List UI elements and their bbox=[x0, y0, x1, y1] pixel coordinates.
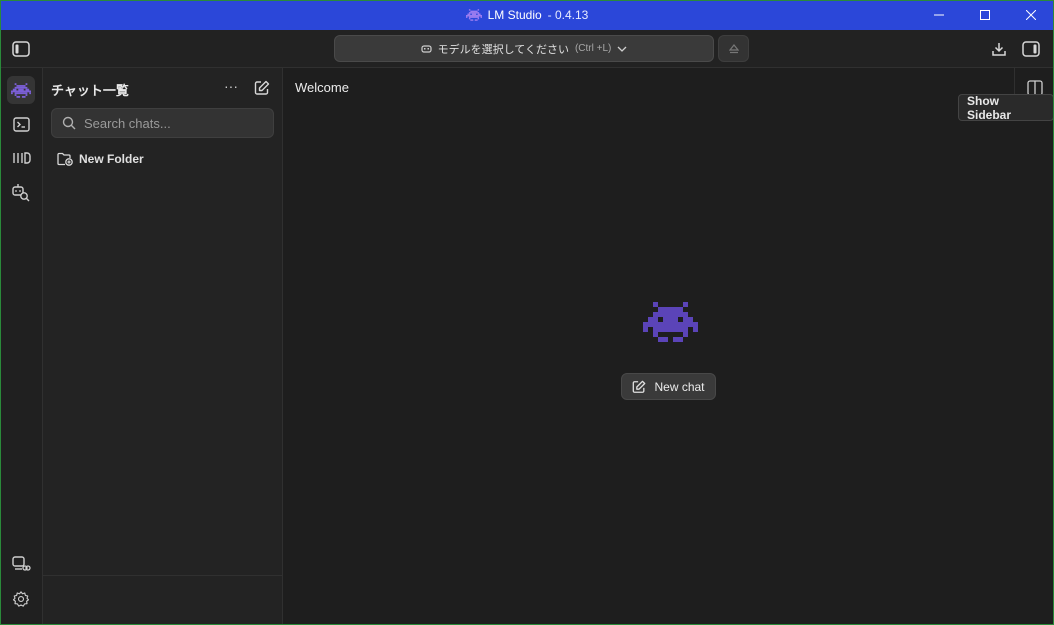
search-chats[interactable] bbox=[51, 108, 274, 138]
rail-discover-button[interactable] bbox=[7, 178, 35, 206]
eject-icon bbox=[728, 43, 739, 53]
chats-title: チャット一覧 bbox=[51, 83, 129, 98]
model-select[interactable]: モデルを選択してください (Ctrl +L) bbox=[334, 35, 714, 62]
maximize-button[interactable] bbox=[962, 0, 1008, 30]
rail-developer-button[interactable] bbox=[7, 110, 35, 138]
download-button[interactable] bbox=[988, 38, 1010, 60]
sidebar-divider bbox=[43, 575, 283, 576]
search-icon bbox=[62, 116, 76, 130]
app-name: LM Studio bbox=[487, 8, 542, 22]
sidebar-right-icon bbox=[1022, 41, 1040, 57]
discover-icon bbox=[12, 184, 30, 202]
toggle-right-sidebar-button[interactable] bbox=[1020, 38, 1042, 60]
settings-icon bbox=[12, 591, 30, 607]
sidebar-left-icon bbox=[12, 41, 30, 57]
mascot-icon bbox=[643, 302, 698, 342]
minimize-button[interactable] bbox=[916, 0, 962, 30]
window-title: LM Studio - 0.4.13 bbox=[465, 8, 589, 22]
maximize-icon bbox=[980, 10, 990, 20]
edit-icon bbox=[633, 380, 646, 393]
model-select-label: モデルを選択してください bbox=[437, 43, 569, 56]
nav-rail bbox=[0, 68, 43, 625]
folder-plus-icon bbox=[57, 152, 73, 166]
new-chat-label: New chat bbox=[654, 379, 705, 394]
model-icon bbox=[421, 45, 432, 53]
close-button[interactable] bbox=[1008, 0, 1054, 30]
chats-more-button[interactable]: ··· bbox=[221, 79, 241, 97]
chevron-down-icon bbox=[617, 46, 627, 52]
page-title: Welcome bbox=[295, 80, 349, 95]
eject-model-button[interactable] bbox=[718, 35, 749, 62]
app-version: - 0.4.13 bbox=[547, 8, 589, 22]
server-icon bbox=[12, 556, 31, 571]
chat-icon bbox=[11, 82, 31, 98]
rail-chat-button[interactable] bbox=[7, 76, 35, 104]
download-icon bbox=[992, 43, 1006, 56]
main-panel: Welcome New chat bbox=[283, 68, 1054, 625]
title-bar: LM Studio - 0.4.13 bbox=[0, 0, 1054, 30]
top-toolbar: モデルを選択してください (Ctrl +L) bbox=[0, 30, 1054, 68]
folder-item[interactable]: New Folder bbox=[57, 152, 144, 166]
rail-server-button[interactable] bbox=[7, 550, 35, 578]
app-logo-icon bbox=[465, 9, 482, 21]
edit-icon bbox=[254, 80, 270, 95]
rail-models-button[interactable] bbox=[7, 144, 35, 172]
new-chat-sidebar-button[interactable] bbox=[252, 78, 272, 98]
folder-label: New Folder bbox=[79, 152, 144, 166]
show-sidebar-tooltip: Show Sidebar bbox=[958, 94, 1054, 122]
models-icon bbox=[12, 152, 31, 164]
rail-settings-button[interactable] bbox=[7, 585, 35, 613]
search-input[interactable] bbox=[84, 115, 254, 131]
new-chat-button[interactable]: New chat bbox=[621, 373, 716, 400]
close-icon bbox=[1026, 10, 1036, 20]
terminal-icon bbox=[12, 116, 30, 132]
minimize-icon bbox=[934, 14, 944, 16]
chats-sidebar: チャット一覧 ··· New Folder bbox=[43, 68, 283, 625]
toggle-left-sidebar-button[interactable] bbox=[10, 38, 32, 60]
model-select-shortcut: (Ctrl +L) bbox=[574, 43, 612, 54]
window-controls bbox=[916, 0, 1054, 30]
